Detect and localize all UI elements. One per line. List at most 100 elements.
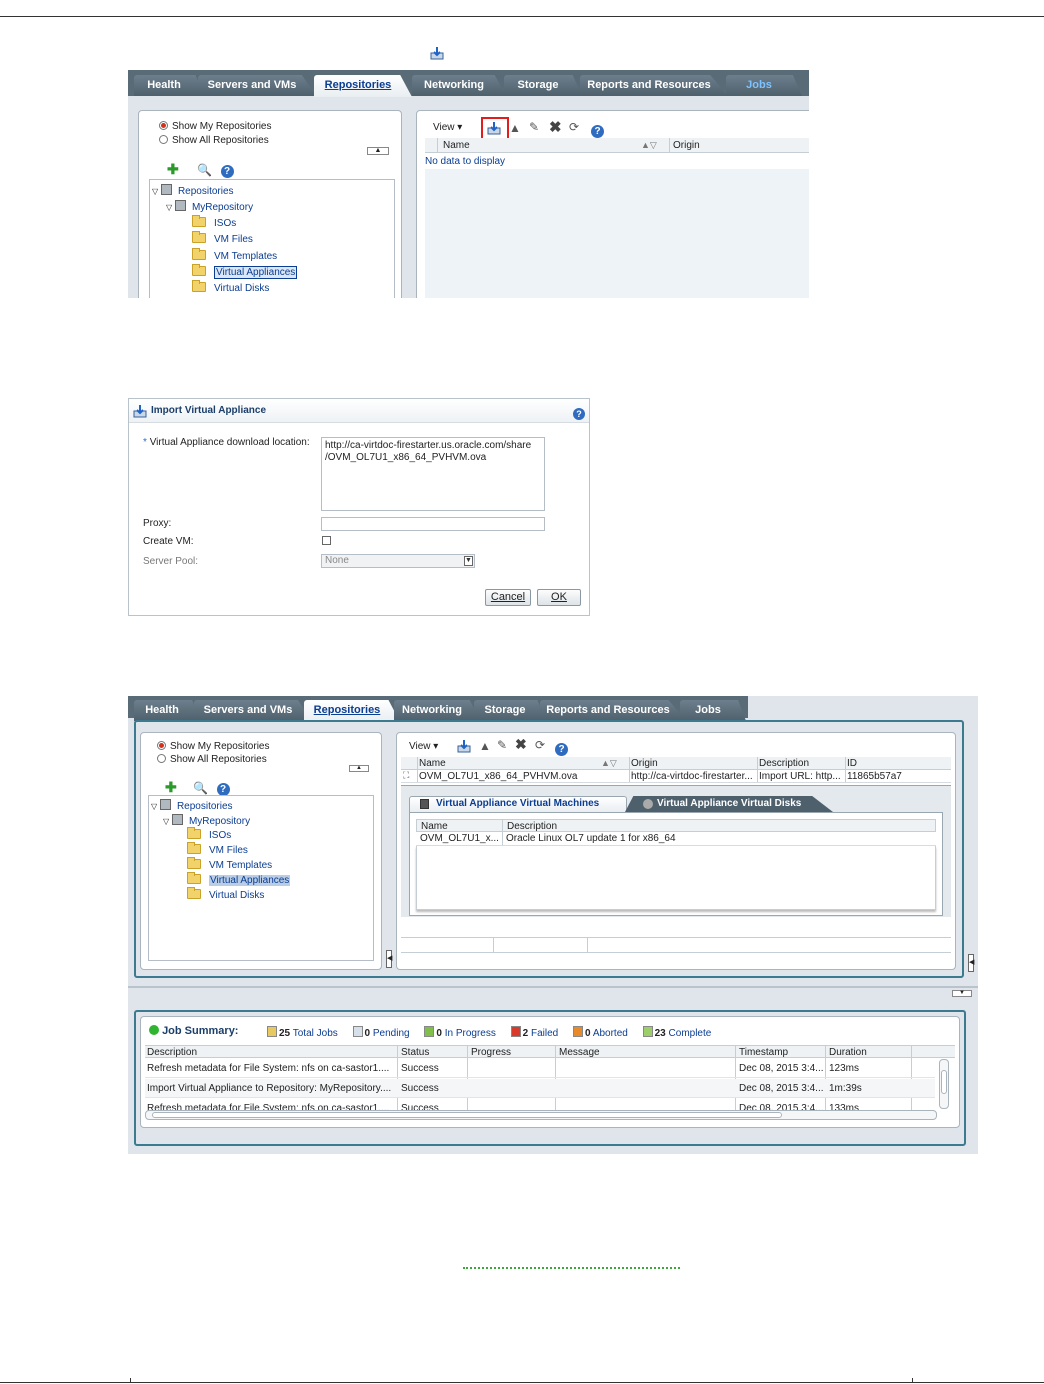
col-timestamp[interactable]: Timestamp	[739, 1047, 788, 1059]
delete-icon[interactable]: ✖	[515, 736, 527, 753]
edit-pencil-icon[interactable]: ✎	[497, 738, 507, 752]
radio-show-all[interactable]: Show All Repositories	[157, 754, 267, 766]
help-icon[interactable]: ?	[555, 739, 568, 757]
delete-icon[interactable]: ✖	[549, 118, 562, 136]
tree-node-vm-templates[interactable]: VM Templates	[187, 857, 272, 872]
edit-pencil-icon[interactable]: ✎	[529, 120, 539, 134]
job-row[interactable]: Refresh metadata for File System: nfs on…	[145, 1059, 935, 1078]
search-icon[interactable]: 🔍	[197, 163, 212, 177]
proxy-input[interactable]	[321, 517, 545, 531]
import-virtual-appliance-icon[interactable]	[457, 739, 471, 758]
tab-servers-and-vms[interactable]: Servers and VMs	[194, 700, 312, 721]
job-row[interactable]: Import Virtual Appliance to Repository: …	[145, 1079, 935, 1098]
col-origin[interactable]: Origin	[673, 140, 700, 152]
tree-node-isos[interactable]: ISOs	[187, 827, 231, 842]
table-row[interactable]: ⛶ OVM_OL7U1_x86_64_PVHVM.ova http://ca-v…	[401, 770, 951, 783]
tab-reports-and-resources[interactable]: Reports and Resources	[580, 75, 728, 96]
tab-repositories[interactable]: Repositories	[314, 75, 412, 97]
tree-node-virtual-appliances[interactable]: Virtual Appliances	[192, 264, 298, 279]
chevron-down-icon[interactable]: ▼	[464, 556, 473, 566]
tree-node-repositories[interactable]: ▽ Repositories	[152, 184, 234, 198]
radio-selected-icon[interactable]	[157, 741, 166, 750]
scroll-thumb[interactable]	[941, 1070, 947, 1094]
count-in-progress[interactable]: 0 In Progress	[424, 1026, 496, 1039]
cell-description: Import URL: http...	[759, 771, 841, 782]
col-origin[interactable]: Origin	[631, 758, 658, 770]
tab-health[interactable]: Health	[134, 75, 204, 96]
horizontal-scrollbar[interactable]	[145, 1110, 937, 1120]
col-status[interactable]: Status	[401, 1047, 429, 1059]
refresh-icon[interactable]: ⟳	[535, 738, 545, 752]
tab-storage[interactable]: Storage	[474, 700, 546, 721]
tree-node-myrepository[interactable]: ▽ MyRepository	[166, 200, 253, 214]
ok-button[interactable]: OK	[537, 589, 581, 606]
splitter[interactable]	[406, 110, 414, 298]
help-icon[interactable]: ?	[573, 404, 585, 422]
tree-node-virtual-appliances[interactable]: Virtual Appliances	[187, 872, 291, 887]
radio-show-all[interactable]: Show All Repositories	[159, 135, 269, 147]
sort-icon[interactable]: ▲▽	[601, 757, 617, 769]
count-failed[interactable]: 2 Failed	[510, 1026, 558, 1039]
location-textarea[interactable]: http://ca-virtdoc-firestarter.us.oracle.…	[321, 437, 545, 511]
scroll-thumb[interactable]	[152, 1112, 782, 1118]
tree-node-vm-templates[interactable]: VM Templates	[192, 248, 277, 263]
col-progress[interactable]: Progress	[471, 1047, 511, 1059]
tab-jobs[interactable]: Jobs	[726, 75, 802, 96]
collapse-left-icon[interactable]: ◀	[386, 950, 392, 968]
help-icon[interactable]: ?	[591, 121, 604, 139]
tab-health[interactable]: Health	[134, 700, 200, 721]
count-total[interactable]: 25 Total Jobs	[267, 1026, 338, 1039]
tree-node-isos[interactable]: ISOs	[192, 215, 236, 230]
view-menu[interactable]: View ▾	[433, 122, 462, 134]
vertical-scrollbar[interactable]	[939, 1059, 949, 1109]
radio-empty-icon[interactable]	[159, 135, 168, 144]
collapse-up-icon[interactable]: ▲	[367, 147, 389, 155]
tree-node-myrepository[interactable]: ▽ MyRepository	[163, 814, 250, 828]
export-icon[interactable]: ▲	[479, 739, 491, 753]
help-icon[interactable]: ?	[220, 165, 234, 178]
sort-icon[interactable]: ▲▽	[641, 139, 657, 151]
subtab-virtual-disks[interactable]: Virtual Appliance Virtual Disks	[625, 796, 833, 812]
radio-selected-icon[interactable]	[159, 121, 168, 130]
add-icon[interactable]: ✚	[165, 780, 177, 794]
collapse-right-icon[interactable]: ◀	[968, 954, 974, 972]
count-pending[interactable]: 0 Pending	[352, 1026, 410, 1039]
tab-reports-and-resources[interactable]: Reports and Resources	[540, 700, 686, 721]
tree-node-repositories[interactable]: ▽ Repositories	[151, 799, 233, 813]
tree-node-virtual-disks[interactable]: Virtual Disks	[192, 280, 269, 295]
add-icon[interactable]: ✚	[167, 162, 179, 176]
tab-storage[interactable]: Storage	[504, 75, 582, 96]
radio-show-my[interactable]: Show My Repositories	[159, 121, 271, 133]
import-virtual-appliance-dialog: Import Virtual Appliance ? * Virtual App…	[128, 398, 590, 616]
tab-repositories[interactable]: Repositories	[304, 700, 400, 722]
table-row[interactable]: OVM_OL7U1_x... Oracle Linux OL7 update 1…	[416, 832, 936, 846]
server-pool-select[interactable]: None ▼	[321, 554, 475, 568]
count-aborted[interactable]: 0 Aborted	[573, 1026, 628, 1039]
subtab-virtual-machines[interactable]: Virtual Appliance Virtual Machines	[409, 796, 627, 812]
col-description[interactable]: Description	[147, 1047, 197, 1059]
col-name[interactable]: Name	[443, 140, 470, 152]
tab-networking[interactable]: Networking	[412, 75, 506, 96]
create-vm-checkbox[interactable]	[322, 536, 331, 545]
collapse-down-icon[interactable]: ▼	[952, 990, 972, 997]
radio-empty-icon[interactable]	[157, 754, 166, 763]
tab-servers-and-vms[interactable]: Servers and VMs	[198, 75, 316, 96]
cancel-button[interactable]: Cancel	[485, 589, 531, 606]
col-description[interactable]: Description	[759, 758, 809, 770]
collapse-up-icon[interactable]: ▲	[349, 765, 369, 772]
tab-jobs[interactable]: Jobs	[680, 700, 746, 721]
col-id[interactable]: ID	[847, 758, 857, 770]
tree-node-vm-files[interactable]: VM Files	[192, 231, 253, 246]
col-message[interactable]: Message	[559, 1047, 600, 1059]
col-name[interactable]: Name	[419, 758, 446, 770]
view-menu[interactable]: View ▾	[409, 741, 438, 753]
search-icon[interactable]: 🔍	[193, 781, 208, 795]
refresh-icon[interactable]: ⟳	[569, 120, 579, 134]
tree-node-vm-files[interactable]: VM Files	[187, 842, 248, 857]
count-complete[interactable]: 23 Complete	[642, 1026, 711, 1039]
radio-show-my[interactable]: Show My Repositories	[157, 741, 269, 753]
tree-node-virtual-disks[interactable]: Virtual Disks	[187, 887, 264, 902]
tab-networking[interactable]: Networking	[394, 700, 480, 721]
col-duration[interactable]: Duration	[829, 1047, 867, 1059]
export-icon[interactable]: ▲	[509, 121, 521, 135]
